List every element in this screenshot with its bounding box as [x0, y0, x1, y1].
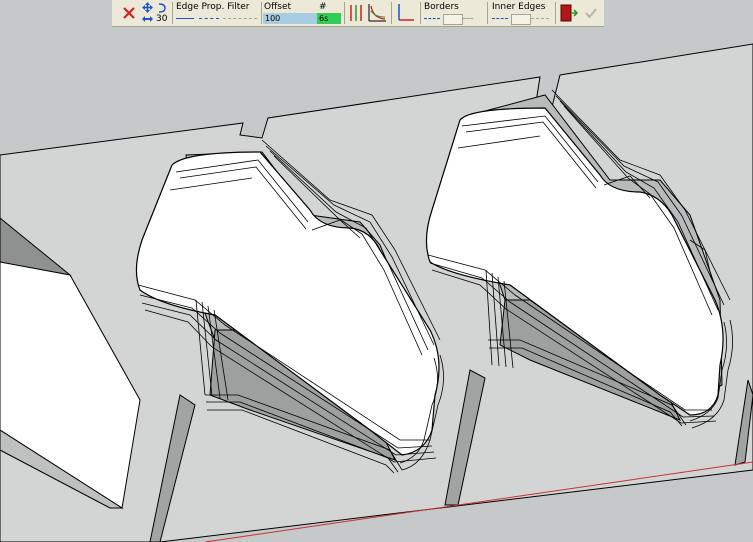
move-arrows-icon[interactable]	[142, 2, 153, 13]
rotate-arrow-icon[interactable]	[157, 3, 166, 13]
count-field[interactable]: 6s	[317, 13, 341, 24]
checkmark-icon[interactable]	[584, 6, 598, 20]
modeling-viewport[interactable]	[0, 0, 753, 542]
curve-graph-icon[interactable]	[367, 3, 387, 23]
exit-door-icon[interactable]	[560, 3, 578, 23]
inner-edges-control[interactable]	[491, 13, 551, 25]
separator	[555, 2, 556, 24]
edge-filter-control[interactable]	[175, 13, 259, 24]
inner-edges-label: Inner Edges	[492, 2, 546, 12]
axes-icon[interactable]	[396, 3, 416, 23]
horizontal-arrows-icon[interactable]	[142, 15, 153, 23]
width-value: 30	[156, 14, 168, 24]
offset-label: Offset	[264, 2, 292, 12]
borders-control[interactable]	[423, 13, 475, 25]
close-icon[interactable]	[122, 6, 136, 20]
separator	[344, 2, 345, 24]
separator	[172, 2, 173, 24]
separator	[261, 2, 262, 24]
edge-filter-label: Edge Prop. Filter	[176, 2, 250, 12]
borders-label: Borders	[424, 2, 459, 12]
parallel-lines-icon[interactable]	[348, 3, 364, 23]
offset-field[interactable]: 100	[263, 13, 318, 24]
separator	[391, 2, 392, 24]
separator	[487, 2, 488, 24]
separator	[420, 2, 421, 24]
offset-toolbar: 30 Edge Prop. Filter Offset 100 # 6s Bor…	[112, 0, 604, 27]
count-label: #	[319, 2, 327, 12]
